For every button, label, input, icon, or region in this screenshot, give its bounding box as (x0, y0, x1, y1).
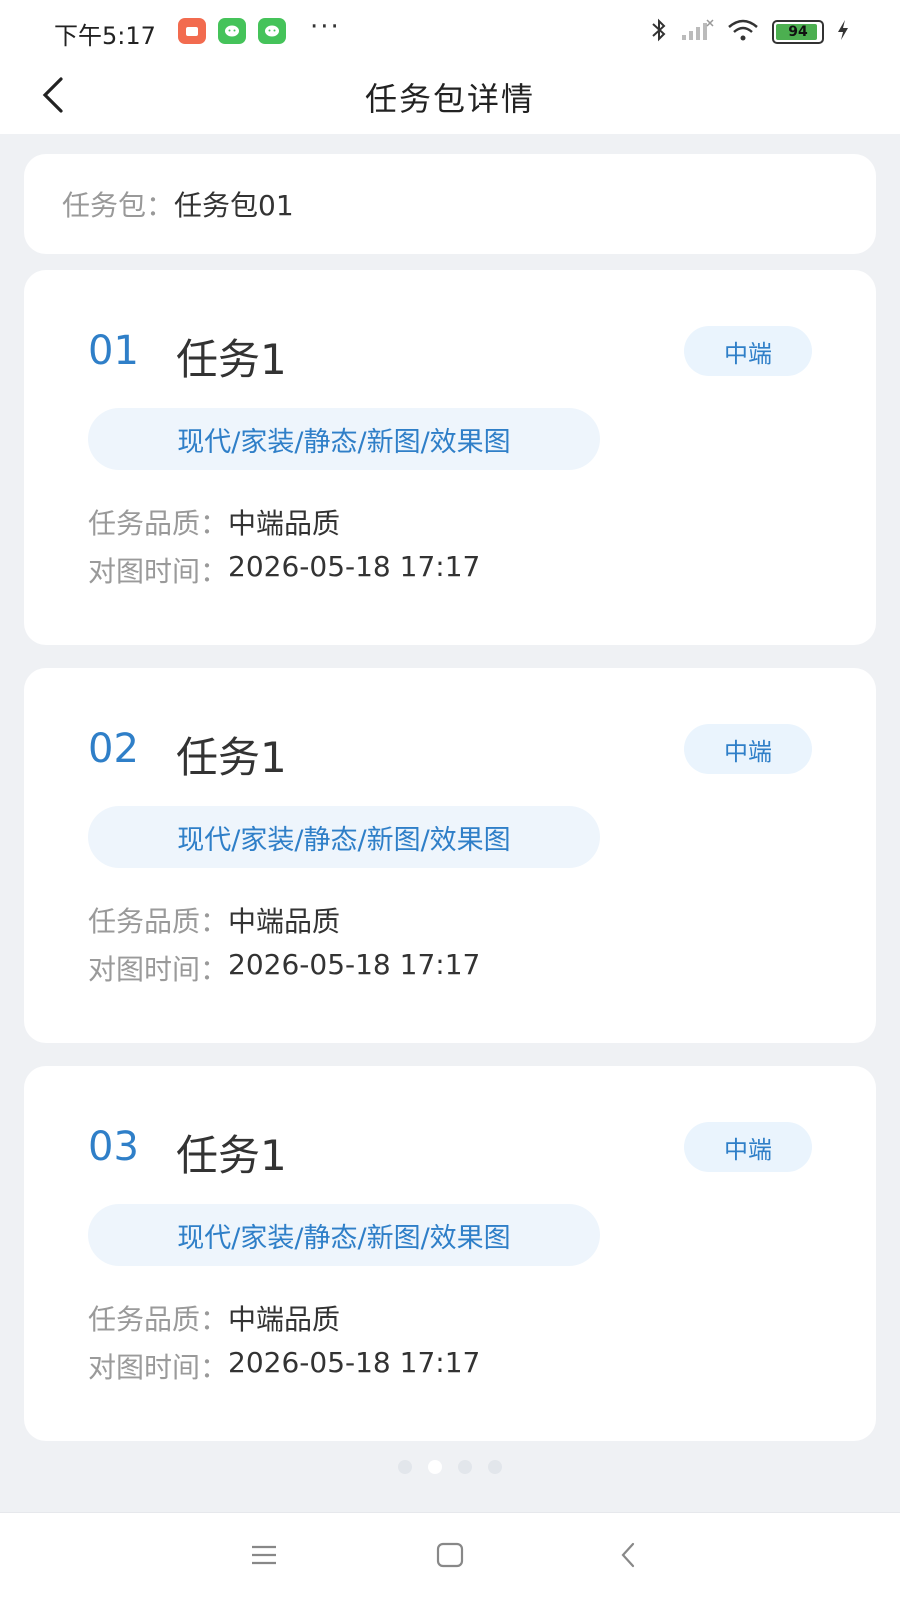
task-card[interactable]: 02 任务1 中端 现代/家装/静态/新图/效果图 任务品质： 中端品质 对图时… (24, 668, 876, 1043)
level-badge: 中端 (684, 1122, 812, 1172)
task-name: 任务1 (176, 335, 287, 384)
page-dot (488, 1460, 502, 1474)
nav-bar: 任务包详情 (0, 62, 900, 134)
quality-value: 中端品质 (228, 507, 341, 540)
charging-icon (836, 18, 850, 46)
quality-label: 任务品质： (88, 905, 229, 938)
task-card[interactable]: 01 任务1 中端 现代/家装/静态/新图/效果图 任务品质： 中端品质 对图时… (24, 270, 876, 645)
task-number: 01 (88, 328, 139, 374)
page-dot (428, 1460, 442, 1474)
menu-button[interactable] (240, 1533, 288, 1581)
quality-value: 中端品质 (228, 905, 341, 938)
wechat-like-icon (218, 18, 246, 44)
time-value: 2026-05-18 17:17 (228, 948, 481, 981)
time-value: 2026-05-18 17:17 (228, 550, 481, 583)
task-number: 03 (88, 1124, 139, 1170)
quality-value: 中端品质 (228, 1303, 341, 1336)
time-row: 对图时间： 2026-05-18 17:17 (88, 550, 480, 590)
category-tag: 现代/家装/静态/新图/效果图 (88, 408, 600, 470)
task-number: 02 (88, 726, 139, 772)
menu-icon (249, 1543, 279, 1571)
package-value: 任务包01 (174, 189, 294, 222)
system-nav-bar (0, 1512, 900, 1600)
more-notifications: ··· (310, 12, 341, 42)
category-tag: 现代/家装/静态/新图/效果图 (88, 1204, 600, 1266)
bluetooth-icon (650, 17, 668, 47)
back-chevron-icon (618, 1540, 638, 1574)
level-badge: 中端 (684, 326, 812, 376)
time-label: 对图时间： (88, 953, 229, 986)
time-row: 对图时间： 2026-05-18 17:17 (88, 1346, 480, 1386)
home-button[interactable] (426, 1533, 474, 1581)
quality-row: 任务品质： 中端品质 (88, 900, 340, 940)
system-back-button[interactable] (604, 1533, 652, 1581)
quality-label: 任务品质： (88, 507, 229, 540)
red-app-icon (178, 18, 206, 44)
quality-label: 任务品质： (88, 1303, 229, 1336)
wifi-icon (726, 18, 760, 46)
battery-level: 94 (788, 24, 808, 40)
wechat-like-icon-2 (258, 18, 286, 44)
category-tag: 现代/家装/静态/新图/效果图 (88, 806, 600, 868)
status-time: 下午5:17 (54, 22, 156, 50)
status-right: 94 (650, 18, 850, 46)
status-bar: 下午5:17 ··· 94 (0, 0, 900, 62)
task-card[interactable]: 03 任务1 中端 现代/家装/静态/新图/效果图 任务品质： 中端品质 对图时… (24, 1066, 876, 1441)
time-label: 对图时间： (88, 1351, 229, 1384)
package-label: 任务包： (62, 189, 175, 222)
level-badge: 中端 (684, 724, 812, 774)
battery-icon: 94 (772, 20, 824, 44)
signal-icon (680, 18, 714, 46)
task-name: 任务1 (176, 1131, 287, 1180)
time-row: 对图时间： 2026-05-18 17:17 (88, 948, 480, 988)
time-label: 对图时间： (88, 555, 229, 588)
quality-row: 任务品质： 中端品质 (88, 1298, 340, 1338)
quality-row: 任务品质： 中端品质 (88, 502, 340, 542)
page-indicator (0, 1460, 900, 1474)
home-square-icon (435, 1541, 465, 1573)
time-value: 2026-05-18 17:17 (228, 1346, 481, 1379)
page-dot (458, 1460, 472, 1474)
package-card: 任务包： 任务包01 (24, 154, 876, 254)
task-name: 任务1 (176, 733, 287, 782)
page-title: 任务包详情 (364, 80, 535, 118)
page-dot (398, 1460, 412, 1474)
